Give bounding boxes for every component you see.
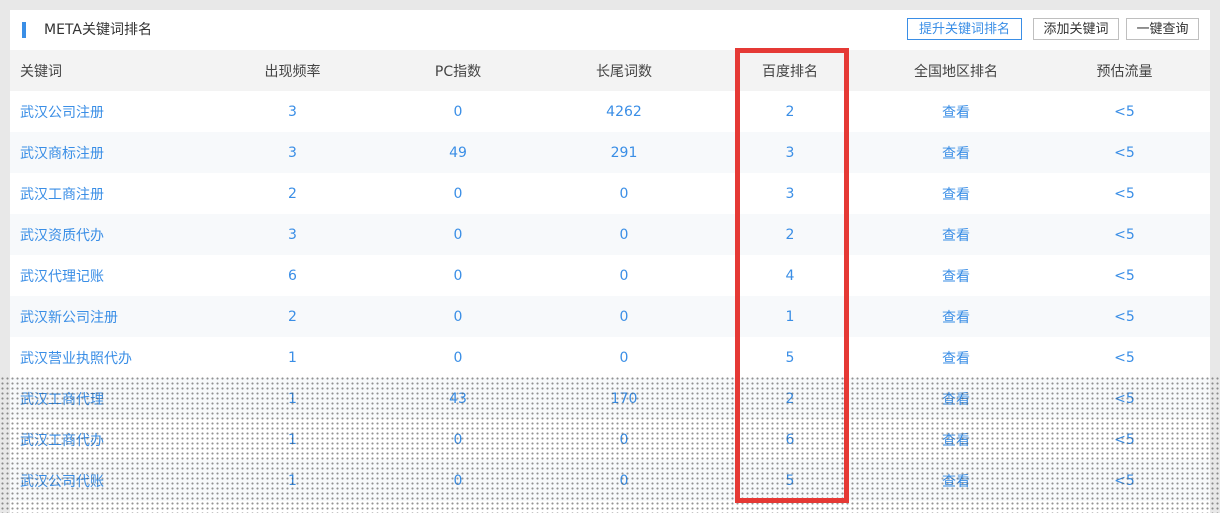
table-row: 武汉公司注册 3 0 4262 2 查看 <5: [10, 91, 1210, 132]
region-rank-link[interactable]: 查看: [873, 296, 1039, 337]
column-header-region-rank: 全国地区排名: [914, 63, 998, 80]
frequency-cell: 2: [288, 185, 297, 202]
keyword-link[interactable]: 武汉公司注册: [10, 91, 210, 132]
table-row: 武汉营业执照代办 1 0 0 5 查看 <5: [10, 337, 1210, 378]
long-tail-cell: 0: [619, 431, 629, 448]
table-row: 武汉资质代办 3 0 0 2 查看 <5: [10, 214, 1210, 255]
long-tail-cell: 0: [619, 308, 629, 325]
frequency-cell: 1: [288, 349, 297, 366]
traffic-cell: <5: [1114, 103, 1135, 120]
frequency-cell: 1: [288, 472, 297, 489]
panel-header: META关键词排名 提升关键词排名 添加关键词 一键查询: [10, 10, 1210, 50]
frequency-cell: 1: [288, 431, 297, 448]
pc-index-cell: 0: [453, 226, 463, 243]
table-row: 武汉商标注册 3 49 291 3 查看 <5: [10, 132, 1210, 173]
frequency-cell: 2: [288, 308, 297, 325]
baidu-rank-cell: 2: [785, 226, 795, 243]
traffic-cell: <5: [1114, 185, 1135, 202]
keyword-table: 关键词 出现频率 PC指数 长尾词数 百度排名 全国地区排名 预估流量 武汉公司…: [10, 50, 1210, 501]
baidu-rank-cell: 3: [785, 185, 795, 202]
keyword-ranking-panel: META关键词排名 提升关键词排名 添加关键词 一键查询 关键词 出现频率 PC…: [10, 10, 1210, 513]
column-header-traffic: 预估流量: [1096, 63, 1153, 80]
table-row: 武汉工商代理 1 43 170 2 查看 <5: [10, 378, 1210, 419]
table-row: 武汉新公司注册 2 0 0 1 查看 <5: [10, 296, 1210, 337]
pc-index-cell: 49: [449, 144, 467, 161]
keyword-link[interactable]: 武汉工商代理: [10, 378, 210, 419]
table-header-row: 关键词 出现频率 PC指数 长尾词数 百度排名 全国地区排名 预估流量: [10, 50, 1210, 91]
long-tail-cell: 0: [619, 185, 629, 202]
table-row: 武汉代理记账 6 0 0 4 查看 <5: [10, 255, 1210, 296]
baidu-rank-cell: 1: [785, 308, 795, 325]
region-rank-link[interactable]: 查看: [873, 91, 1039, 132]
pc-index-cell: 0: [453, 472, 463, 489]
keyword-link[interactable]: 武汉工商代办: [10, 419, 210, 460]
traffic-cell: <5: [1114, 390, 1135, 407]
keyword-link[interactable]: 武汉新公司注册: [10, 296, 210, 337]
long-tail-cell: 0: [619, 349, 629, 366]
long-tail-cell: 0: [619, 267, 629, 284]
baidu-rank-cell: 4: [785, 267, 795, 284]
frequency-cell: 3: [288, 226, 297, 243]
region-rank-link[interactable]: 查看: [873, 173, 1039, 214]
column-header-keyword: 关键词: [20, 63, 62, 80]
one-click-query-button[interactable]: 一键查询: [1126, 18, 1199, 40]
long-tail-cell: 170: [610, 390, 638, 407]
add-keyword-button[interactable]: 添加关键词: [1033, 18, 1119, 40]
traffic-cell: <5: [1114, 349, 1135, 366]
keyword-link[interactable]: 武汉公司代账: [10, 460, 210, 501]
keyword-link[interactable]: 武汉商标注册: [10, 132, 210, 173]
pc-index-cell: 0: [453, 103, 463, 120]
title-accent-bar: [22, 22, 26, 38]
baidu-rank-cell: 2: [785, 103, 795, 120]
panel-title: META关键词排名: [44, 22, 152, 38]
table-row: 武汉工商注册 2 0 0 3 查看 <5: [10, 173, 1210, 214]
pc-index-cell: 0: [453, 267, 463, 284]
region-rank-link[interactable]: 查看: [873, 378, 1039, 419]
traffic-cell: <5: [1114, 472, 1135, 489]
long-tail-cell: 0: [619, 472, 629, 489]
frequency-cell: 3: [288, 144, 297, 161]
table-row: 武汉公司代账 1 0 0 5 查看 <5: [10, 460, 1210, 501]
keyword-link[interactable]: 武汉工商注册: [10, 173, 210, 214]
frequency-cell: 6: [288, 267, 297, 284]
baidu-rank-cell: 3: [785, 144, 795, 161]
pc-index-cell: 0: [453, 431, 463, 448]
region-rank-link[interactable]: 查看: [873, 255, 1039, 296]
keyword-link[interactable]: 武汉资质代办: [10, 214, 210, 255]
column-header-pc-index: PC指数: [434, 63, 482, 80]
improve-ranking-button[interactable]: 提升关键词排名: [907, 18, 1022, 40]
traffic-cell: <5: [1114, 226, 1135, 243]
pc-index-cell: 0: [453, 185, 463, 202]
baidu-rank-cell: 5: [785, 349, 795, 366]
column-header-long-tail: 长尾词数: [596, 63, 652, 80]
traffic-cell: <5: [1114, 144, 1135, 161]
keyword-link[interactable]: 武汉营业执照代办: [10, 337, 210, 378]
column-header-frequency: 出现频率: [264, 63, 321, 80]
pc-index-cell: 0: [453, 349, 463, 366]
table-row: 武汉工商代办 1 0 0 6 查看 <5: [10, 419, 1210, 460]
long-tail-cell: 0: [619, 226, 629, 243]
pc-index-cell: 43: [449, 390, 467, 407]
region-rank-link[interactable]: 查看: [873, 337, 1039, 378]
region-rank-link[interactable]: 查看: [873, 214, 1039, 255]
region-rank-link[interactable]: 查看: [873, 132, 1039, 173]
column-header-baidu-rank: 百度排名: [762, 63, 818, 80]
traffic-cell: <5: [1114, 308, 1135, 325]
region-rank-link[interactable]: 查看: [873, 419, 1039, 460]
long-tail-cell: 291: [610, 144, 638, 161]
baidu-rank-cell: 5: [785, 472, 795, 489]
keyword-link[interactable]: 武汉代理记账: [10, 255, 210, 296]
pc-index-cell: 0: [453, 308, 463, 325]
traffic-cell: <5: [1114, 267, 1135, 284]
baidu-rank-cell: 2: [785, 390, 795, 407]
frequency-cell: 3: [288, 103, 297, 120]
traffic-cell: <5: [1114, 431, 1135, 448]
baidu-rank-cell: 6: [785, 431, 795, 448]
long-tail-cell: 4262: [606, 103, 642, 120]
region-rank-link[interactable]: 查看: [873, 460, 1039, 501]
frequency-cell: 1: [288, 390, 297, 407]
